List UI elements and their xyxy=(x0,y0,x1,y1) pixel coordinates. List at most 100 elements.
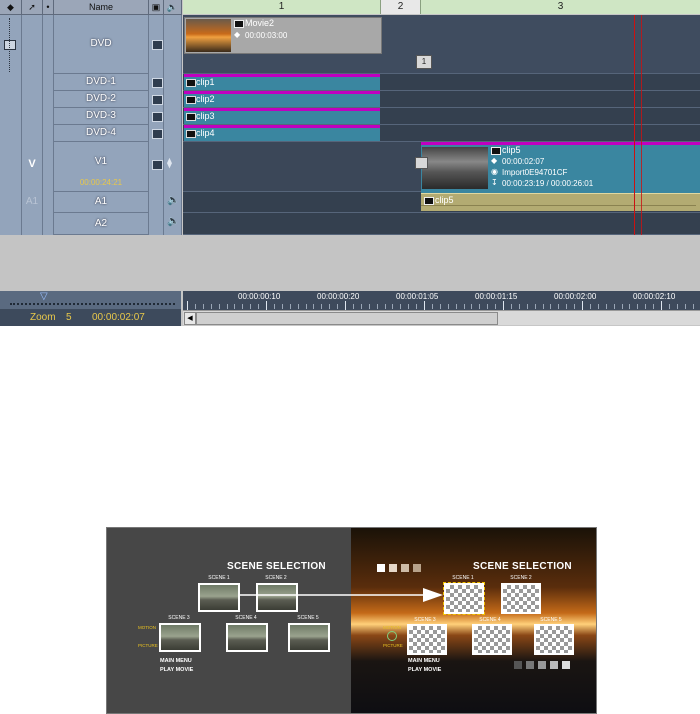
dvd-clip[interactable]: clip3 xyxy=(184,108,380,124)
ruler-tick xyxy=(589,304,591,309)
chapter-marker[interactable]: 1 xyxy=(416,55,432,69)
track-name-a1[interactable]: A1 xyxy=(54,192,149,213)
zoom-slider-panel[interactable]: ▽ xyxy=(0,291,181,309)
track-name-a2[interactable]: A2 xyxy=(54,213,149,235)
audio-volume-line[interactable] xyxy=(421,205,696,206)
track-name-dvd-3[interactable]: DVD-3 xyxy=(54,108,149,125)
monitor-icon[interactable] xyxy=(152,95,163,105)
film-icon xyxy=(186,130,196,138)
zoom-slider-thumb-icon[interactable]: ▽ xyxy=(40,291,48,302)
ruler-tick xyxy=(676,304,678,309)
dvd-clip[interactable]: clip2 xyxy=(184,91,380,107)
movie-clip-name: Movie2 xyxy=(245,18,275,28)
movie-clip[interactable]: Movie2 ◆ 00:00:03:00 xyxy=(184,17,382,54)
audio-clip[interactable]: clip5 xyxy=(421,193,700,211)
speaker-icon[interactable]: 🔈 xyxy=(167,216,179,227)
scroll-left-icon[interactable]: ◀ xyxy=(184,312,196,325)
ruler-tick xyxy=(455,304,457,309)
film-icon xyxy=(186,79,196,87)
speaker-muted-icon[interactable]: ⧫ xyxy=(167,158,172,169)
ruler-tick xyxy=(273,304,275,309)
zoom-slider-track[interactable] xyxy=(10,303,175,307)
audio-clip-name: clip5 xyxy=(435,195,454,205)
track-select-column-header[interactable]: ◆ xyxy=(0,0,22,15)
mapping-arrow xyxy=(239,588,443,602)
ruler-tick xyxy=(684,304,686,309)
ruler-tick xyxy=(250,304,252,309)
ruler-tick xyxy=(329,304,331,309)
sequence-tab-1[interactable]: 1 xyxy=(183,0,381,14)
sequence-tab-3[interactable]: 3 xyxy=(421,0,700,14)
ruler-tick xyxy=(487,304,489,309)
ruler-label: 00:00:00:10 xyxy=(238,292,281,301)
monitor-icon[interactable] xyxy=(152,129,163,139)
dot-column-header[interactable]: • xyxy=(43,0,54,15)
ruler-tick xyxy=(518,304,520,309)
ruler-tick xyxy=(416,304,418,309)
video-track-badge[interactable]: V xyxy=(25,158,39,170)
ruler-tick xyxy=(187,301,188,310)
duration-icon: ◆ xyxy=(491,156,498,165)
ruler-label: 00:00:01:15 xyxy=(475,292,518,301)
clip-label: clip3 xyxy=(196,111,215,121)
monitor-icon[interactable] xyxy=(152,40,163,50)
dvd-clip[interactable]: clip1 xyxy=(184,74,380,90)
video-clip-source: Import0E94701CF xyxy=(502,168,568,177)
ruler-tick xyxy=(352,304,354,309)
playhead-line[interactable] xyxy=(634,15,635,235)
monitor-icon[interactable] xyxy=(152,160,163,170)
ruler-tick xyxy=(653,304,655,309)
film-icon xyxy=(234,20,244,28)
ruler-tick xyxy=(613,304,615,309)
ruler-tick xyxy=(289,304,291,309)
horizontal-scrollbar[interactable]: ◀ xyxy=(183,310,700,325)
a2-lane[interactable] xyxy=(183,213,700,235)
ruler-tick xyxy=(605,304,607,309)
ruler-label: 00:00:02:10 xyxy=(633,292,676,301)
track-name-dvd-2[interactable]: DVD-2 xyxy=(54,91,149,108)
video-clip[interactable]: clip5 ◆ 00:00:02:07 ◉ Import0E94701CF ↧ … xyxy=(421,142,700,193)
track-timecode: 00:00:24:21 xyxy=(79,178,123,187)
dot-column[interactable] xyxy=(43,15,54,236)
ruler-tick xyxy=(218,304,220,309)
ruler-tick xyxy=(692,304,694,309)
ruler-tick xyxy=(621,304,623,309)
clip-label: clip4 xyxy=(196,128,215,138)
track-name-dvd[interactable]: DVD xyxy=(54,15,149,74)
ruler-tick xyxy=(281,304,283,309)
playhead-line xyxy=(641,15,642,235)
empty-track-space[interactable] xyxy=(0,235,700,291)
ruler-tick xyxy=(408,304,410,309)
movie-thumbnail xyxy=(186,19,231,52)
ruler-tick xyxy=(495,304,497,309)
scrollbar-thumb[interactable] xyxy=(196,312,498,325)
sequence-tab-2[interactable]: 2 xyxy=(381,0,421,14)
time-ruler[interactable]: 00:00:00:10 00:00:00:20 00:00:01:05 00:00:0… xyxy=(183,291,700,310)
speaker-column-header[interactable]: 🔈 xyxy=(164,0,182,15)
monitor-icon[interactable] xyxy=(152,78,163,88)
film-icon xyxy=(186,96,196,104)
track-name-dvd-1[interactable]: DVD-1 xyxy=(54,74,149,91)
track-name-dvd-4[interactable]: DVD-4 xyxy=(54,125,149,142)
ruler-tick xyxy=(463,304,465,309)
arrow-column-header[interactable]: ➚ xyxy=(22,0,43,15)
ruler-tick xyxy=(266,301,267,310)
ruler-tick xyxy=(384,304,386,309)
track-header-v1[interactable]: V1 00:00:24:21 xyxy=(54,142,149,192)
name-column-header[interactable]: Name xyxy=(54,0,149,15)
speaker-icon[interactable]: 🔈 xyxy=(167,195,179,206)
zoom-readout: Zoom 5 00:00:02:07 xyxy=(0,309,181,326)
film-icon xyxy=(491,147,501,155)
audio-track-badge[interactable]: A1 xyxy=(24,196,40,208)
monitor-column-header[interactable]: ▣ xyxy=(149,0,164,15)
clip-marker[interactable] xyxy=(415,157,428,169)
ruler-tick xyxy=(431,304,433,309)
ruler-tick xyxy=(210,304,212,309)
monitor-icon[interactable] xyxy=(152,112,163,122)
clip-label: clip1 xyxy=(196,77,215,87)
range-icon: ↧ xyxy=(491,178,498,187)
ruler-tick xyxy=(629,304,631,309)
dvd-clip[interactable]: clip4 xyxy=(184,125,380,141)
clip-label: clip2 xyxy=(196,94,215,104)
ruler-tick xyxy=(202,304,204,309)
